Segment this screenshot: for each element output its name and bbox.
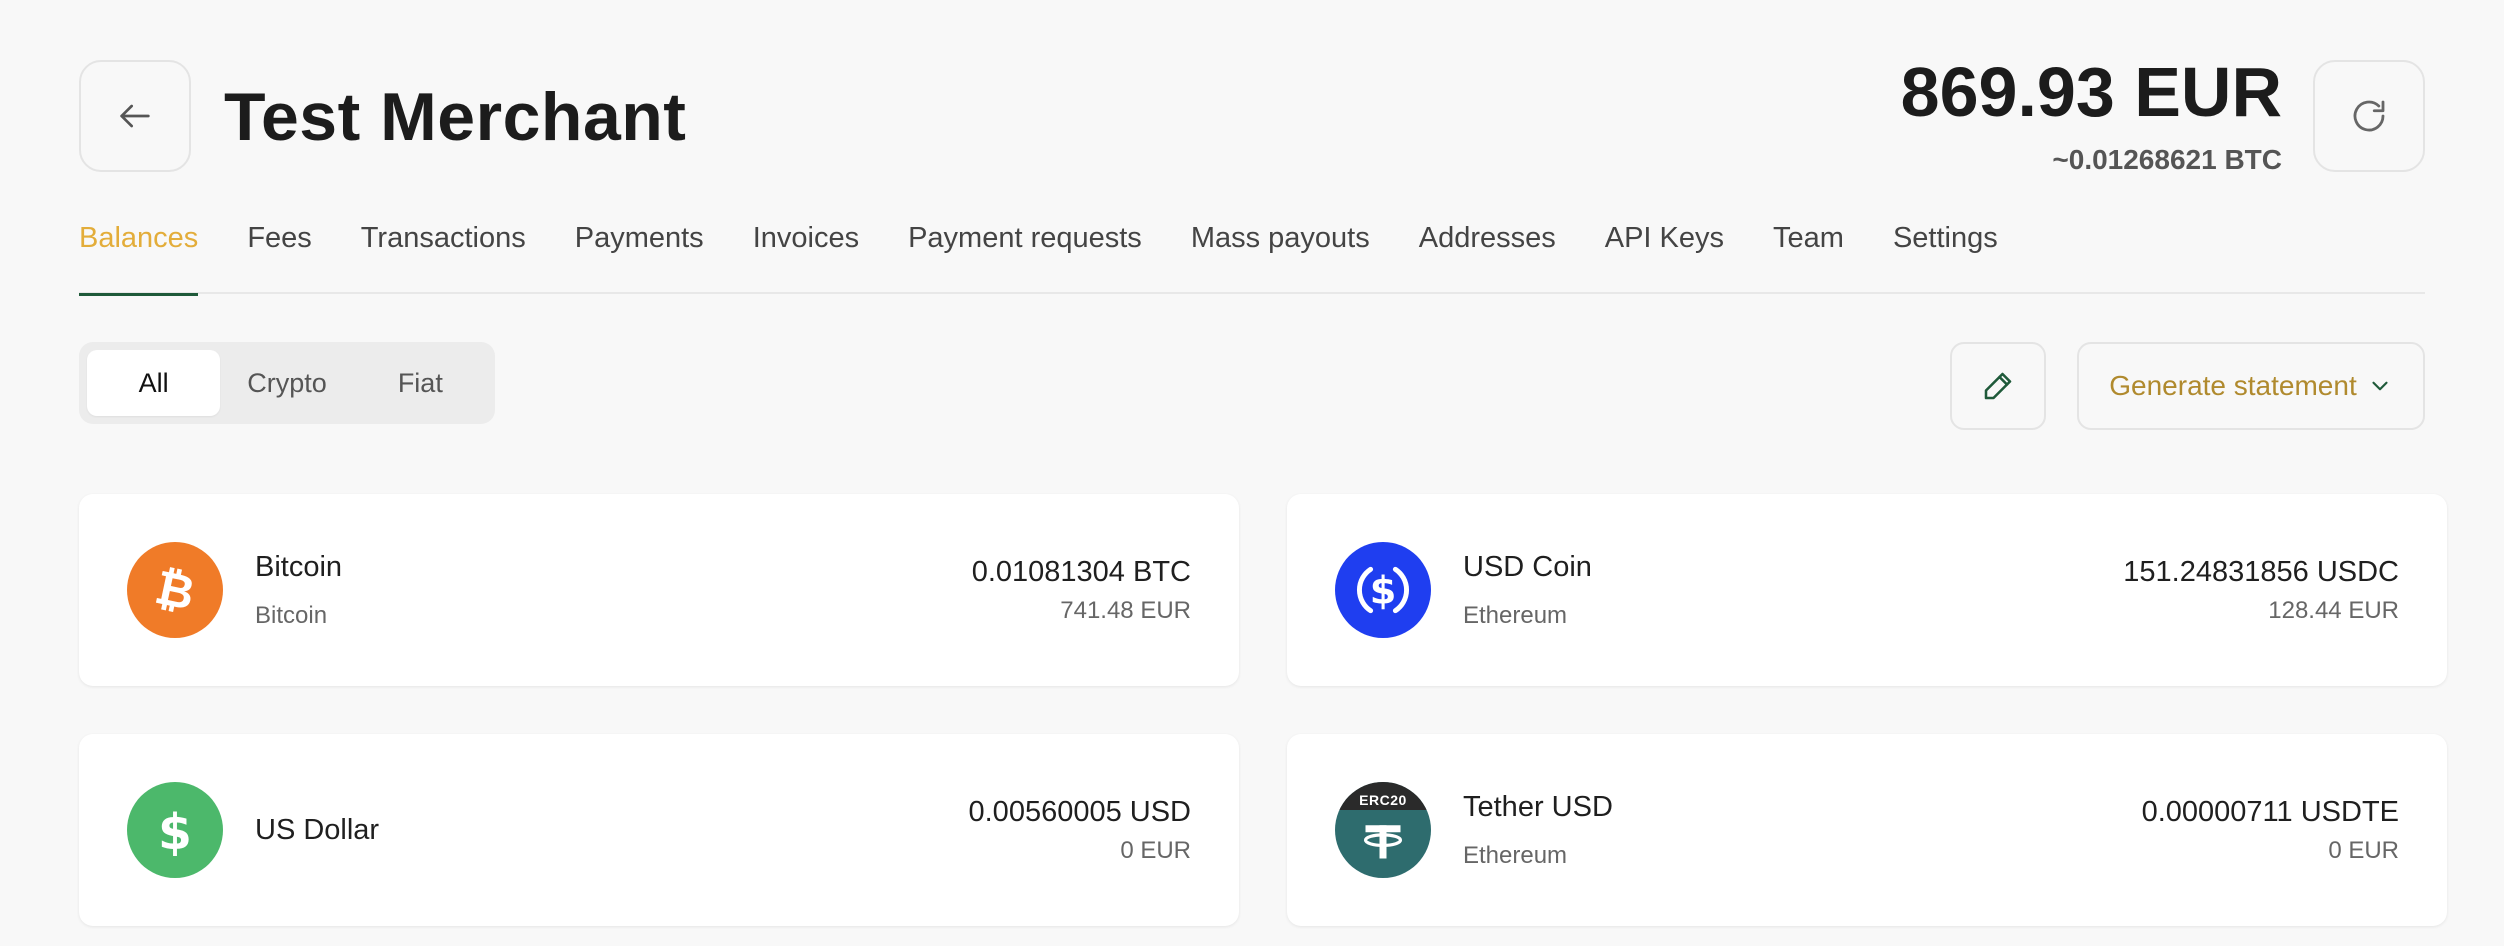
coin-name: Bitcoin	[255, 550, 343, 583]
tab-mass-payouts[interactable]: Mass payouts	[1191, 186, 1370, 294]
tab-addresses[interactable]: Addresses	[1419, 186, 1556, 294]
arrow-left-icon	[120, 104, 150, 128]
balance-card-tether-usd[interactable]: ERC20 Tether USD Ethereum 0.00000711 USD…	[1287, 734, 2447, 926]
tab-fees[interactable]: Fees	[247, 186, 311, 294]
coin-amounts: 0.00560005 USD 0 EUR	[969, 796, 1192, 865]
edit-button[interactable]	[1950, 342, 2046, 430]
chevron-down-icon	[2372, 381, 2388, 391]
tab-transactions[interactable]: Transactions	[361, 186, 526, 294]
erc20-tag: ERC20	[1335, 782, 1431, 810]
crypto-amount: 151.24831856 USDC	[2123, 555, 2399, 588]
filter-all[interactable]: All	[87, 350, 221, 416]
tab-api-keys[interactable]: API Keys	[1605, 186, 1724, 294]
fiat-amount: 128.44 EUR	[2268, 596, 2399, 624]
balances-toolbar: All Crypto Fiat Generate statement	[79, 294, 2425, 494]
svg-text:₿: ₿	[150, 561, 199, 619]
total-balance: 869.93 EUR ~0.01268621 BTC	[1901, 52, 2282, 176]
coin-network: Bitcoin	[255, 601, 328, 629]
tab-payments[interactable]: Payments	[575, 186, 704, 294]
coin-amounts: 151.24831856 USDC 128.44 EUR	[2123, 556, 2399, 625]
total-balance-btc: ~0.01268621 BTC	[2052, 144, 2282, 175]
fiat-amount: 741.48 EUR	[1060, 596, 1191, 624]
tab-invoices[interactable]: Invoices	[753, 186, 859, 294]
tether-icon: ERC20	[1335, 782, 1431, 878]
svg-text:$: $	[1370, 569, 1397, 614]
balance-cards: ₿ Bitcoin Bitcoin 0.01081304 BTC 741.48 …	[79, 494, 2447, 926]
tab-settings[interactable]: Settings	[1893, 186, 1998, 294]
pencil-icon	[1984, 372, 2012, 400]
balance-card-us-dollar[interactable]: $ US Dollar 0.00560005 USD 0 EUR	[79, 734, 1239, 926]
coin-text: Tether USD Ethereum	[1463, 791, 1613, 870]
total-balance-fiat: 869.93 EUR	[1900, 53, 2282, 131]
tab-balances[interactable]: Balances	[79, 186, 199, 296]
generate-statement-label: Generate statement	[2109, 370, 2357, 401]
generate-statement-button[interactable]: Generate statement	[2077, 342, 2425, 430]
balance-card-bitcoin[interactable]: ₿ Bitcoin Bitcoin 0.01081304 BTC 741.48 …	[79, 494, 1239, 686]
page-title: Test Merchant	[224, 79, 687, 155]
coin-network: Ethereum	[1463, 841, 1568, 869]
coin-text: USD Coin Ethereum	[1463, 551, 1592, 630]
crypto-amount: 0.01081304 BTC	[971, 555, 1191, 588]
refresh-button[interactable]	[2313, 60, 2425, 172]
svg-text:$: $	[158, 805, 192, 860]
asset-type-filter: All Crypto Fiat	[79, 342, 495, 424]
dollar-icon: $	[127, 782, 223, 878]
coin-name: US Dollar	[255, 813, 380, 846]
coin-amounts: 0.00000711 USDTE 0 EUR	[2142, 796, 2399, 865]
usdc-icon: $	[1335, 542, 1431, 638]
filter-fiat[interactable]: Fiat	[354, 350, 487, 416]
crypto-amount: 0.00560005 USD	[968, 795, 1192, 828]
coin-text: Bitcoin Bitcoin	[255, 551, 342, 630]
filter-crypto[interactable]: Crypto	[220, 350, 353, 416]
merchant-page: Test Merchant 869.93 EUR ~0.01268621 BTC…	[0, 0, 2504, 946]
coin-name: Tether USD	[1463, 790, 1613, 823]
coin-amounts: 0.01081304 BTC 741.48 EUR	[972, 556, 1191, 625]
back-button[interactable]	[79, 60, 191, 172]
coin-name: USD Coin	[1463, 550, 1592, 583]
refresh-icon	[2353, 100, 2385, 132]
fiat-amount: 0 EUR	[1120, 836, 1191, 864]
tab-bar: Balances Fees Transactions Payments Invo…	[79, 186, 2425, 296]
fiat-amount: 0 EUR	[2328, 836, 2399, 864]
tab-payment-requests[interactable]: Payment requests	[908, 186, 1142, 294]
coin-network: Ethereum	[1463, 601, 1568, 629]
page-header: Test Merchant 869.93 EUR ~0.01268621 BTC	[79, 0, 2425, 186]
coin-text: US Dollar	[255, 814, 379, 847]
crypto-amount: 0.00000711 USDTE	[2141, 795, 2399, 828]
balance-card-usd-coin[interactable]: $ USD Coin Ethereum 151.24831856 USDC 12…	[1287, 494, 2447, 686]
bitcoin-icon: ₿	[127, 542, 223, 638]
tab-team[interactable]: Team	[1773, 186, 1844, 294]
